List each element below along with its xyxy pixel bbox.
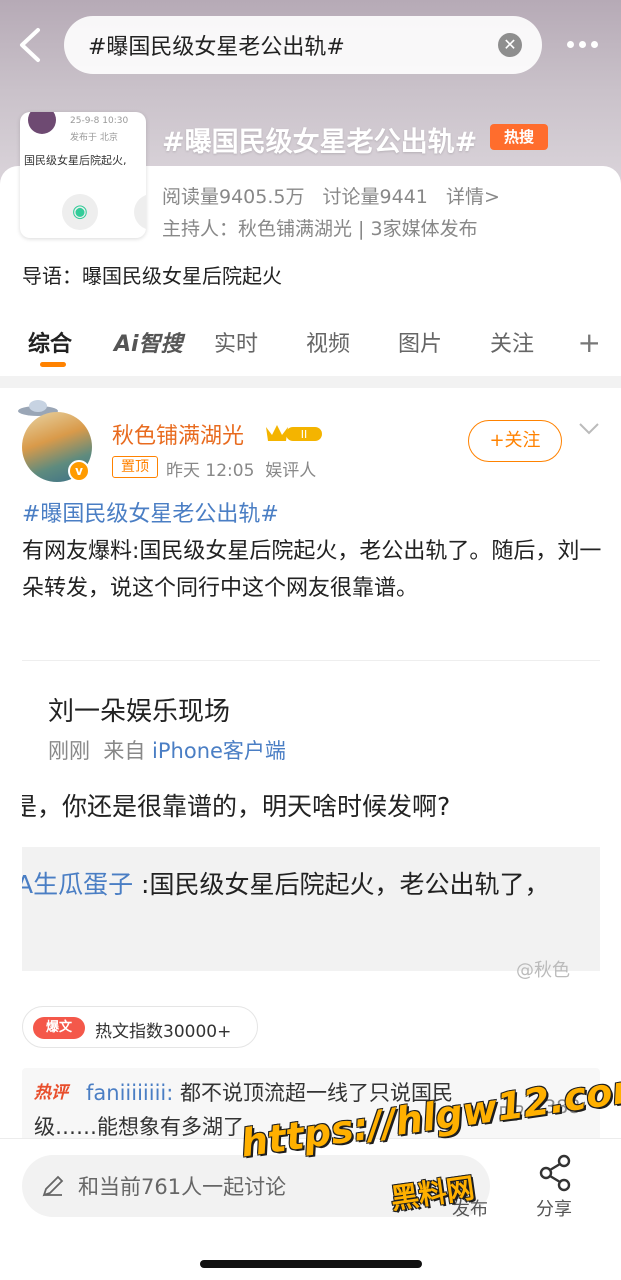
tab-bar: 综合 Ai智搜 实时 视频 图片 关注 +: [0, 318, 621, 374]
post-hashtag[interactable]: #曝国民级女星老公出轨#: [22, 496, 602, 533]
share-label[interactable]: 分享: [536, 1195, 572, 1221]
hot-search-badge: 热搜: [490, 124, 548, 150]
post-meta: 昨天 12:05 娱评人: [166, 456, 316, 481]
tab-following[interactable]: 关注: [490, 326, 534, 358]
post-time: 昨天 12:05: [166, 461, 255, 481]
embed-quote: A生瓜蛋子 :国民级女星后院起火，老公出轨了，: [22, 847, 600, 971]
thumbnail-date: 25-9-8 10:30: [70, 116, 129, 126]
post-body: #曝国民级女星老公出轨# 有网友爆料:国民级女星后院起火，老公出轨了。随后，刘一…: [22, 496, 602, 607]
search-input[interactable]: #曝国民级女星老公出轨# ✕: [64, 16, 542, 74]
tab-ai-search[interactable]: Ai智搜: [114, 326, 183, 358]
post-content: 有网友爆料:国民级女星后院起火，老公出轨了。随后，刘一朵转发，说这个同行中这个网…: [22, 539, 602, 601]
plus-icon[interactable]: +: [578, 326, 601, 359]
hot-index-chip[interactable]: 爆文 热文指数30000+: [22, 1006, 258, 1048]
embed-meta: 刚刚 来自 iPhone客户端: [48, 735, 286, 765]
embed-source: iPhone客户端: [152, 739, 286, 763]
thumbnail-circle: [134, 194, 146, 230]
tab-active-indicator: [40, 362, 66, 367]
follow-button[interactable]: +关注: [468, 420, 562, 462]
hot-index-text: 热文指数30000+: [95, 1022, 232, 1042]
thumbnail-text: 国民级女星后院起火,: [24, 154, 127, 167]
chevron-down-icon[interactable]: [578, 422, 600, 436]
search-query-text: #曝国民级女星老公出轨#: [88, 35, 345, 60]
share-icon[interactable]: [536, 1153, 576, 1193]
author-name[interactable]: 秋色铺满湖光: [112, 418, 244, 450]
hot-badge-label: 热搜: [503, 128, 534, 146]
topic-title: #曝国民级女星老公出轨#: [162, 127, 478, 158]
tab-video[interactable]: 视频: [306, 326, 350, 358]
embed-text: 是，你还是很靠谱的，明天啥时候发啊?: [22, 792, 451, 821]
embed-author-name: 刘一朵娱乐现场: [48, 697, 231, 727]
embed-quote-body: :国民级女星后院起火，老公出轨了，: [133, 870, 550, 899]
topic-stats: 阅读量9405.5万 讨论量9441 详情>: [162, 182, 512, 209]
crown-level-icon: II: [266, 425, 322, 441]
embedded-screenshot[interactable]: 刘一朵娱乐现场 刚刚 来自 iPhone客户端 是，你还是很靠谱的，明天啥时候发…: [22, 660, 600, 978]
bottom-bar: 和当前761人一起讨论 发布 分享: [0, 1138, 621, 1280]
pen-icon: [42, 1175, 64, 1197]
thumbnail-avatar: [28, 112, 56, 134]
details-link[interactable]: 详情>: [446, 186, 500, 208]
more-dots-icon[interactable]: [567, 33, 607, 53]
wechat-icon: ◉: [62, 194, 98, 230]
pinned-badge: 置顶: [112, 456, 158, 478]
embed-quote-nick: A生瓜蛋子: [22, 870, 134, 899]
svg-text:II: II: [301, 428, 308, 441]
thumbnail-location: 发布于 北京: [70, 133, 118, 143]
embed-from: 来自: [103, 739, 146, 763]
embed-quote-text: A生瓜蛋子 :国民级女星后院起火，老公出轨了，: [22, 865, 549, 901]
comment-placeholder: 和当前761人一起讨论: [78, 1175, 287, 1199]
top-bar: #曝国民级女星老公出轨# ✕: [0, 0, 621, 90]
clear-circle-icon[interactable]: ✕: [498, 33, 522, 57]
hot-comment-nick[interactable]: faniiiiiiii:: [86, 1081, 173, 1105]
home-indicator[interactable]: [200, 1260, 422, 1268]
topic-thumbnail[interactable]: 25-9-8 10:30 发布于 北京 国民级女星后院起火, ◉: [20, 112, 146, 238]
topic-guide: 导语：曝国民级女星后院起火: [22, 264, 282, 288]
chevron-left-icon[interactable]: [14, 26, 48, 64]
verified-badge-icon: v: [68, 460, 90, 482]
author-role: 娱评人: [265, 461, 317, 481]
discussion-count: 讨论量9441: [322, 186, 428, 208]
embed-time: 刚刚: [48, 739, 90, 763]
read-count: 阅读量9405.5万: [162, 186, 305, 208]
tab-comprehensive[interactable]: 综合: [28, 326, 72, 358]
topic-host: 主持人：秋色铺满湖光 | 3家媒体发布: [162, 218, 478, 240]
tab-images[interactable]: 图片: [398, 326, 442, 358]
image-watermark: @秋色: [516, 960, 570, 981]
tab-realtime[interactable]: 实时: [214, 326, 258, 358]
hot-article-badge: 爆文: [33, 1017, 85, 1039]
